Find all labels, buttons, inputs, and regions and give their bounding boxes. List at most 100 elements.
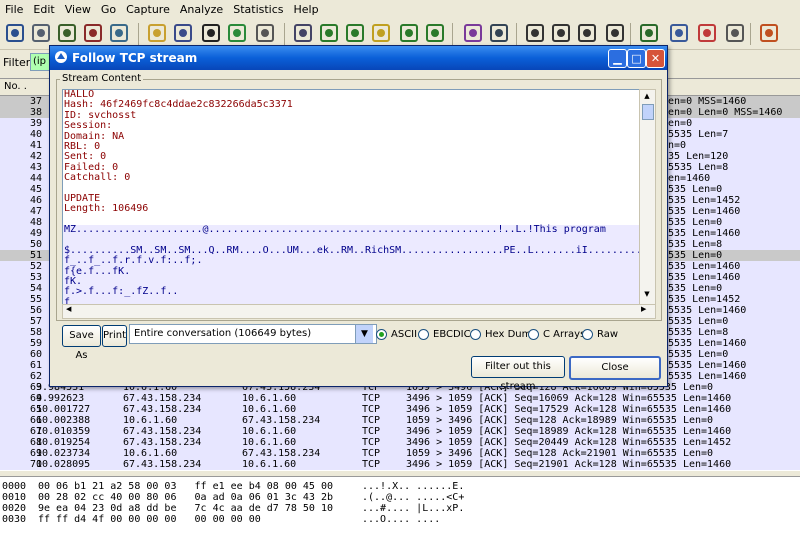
- radio-ascii[interactable]: ASCII: [376, 329, 417, 340]
- client-stream-line: Length: 106496: [64, 203, 149, 215]
- client-stream-line: RBL: 0: [64, 140, 101, 152]
- table-row[interactable]: 69 10.023734 10.6.1.60 67.43.158.234 TCP 1059…: [0, 448, 800, 459]
- colorize-icon[interactable]: [462, 22, 484, 44]
- scroll-right-icon[interactable]: ▶: [641, 305, 646, 313]
- table-row[interactable]: 67 10.010359 67.43.158.234 10.6.1.60 TCP 3496…: [0, 426, 800, 437]
- radio-dot[interactable]: [528, 329, 539, 340]
- reload-icon[interactable]: [226, 22, 248, 44]
- radio-dot[interactable]: [582, 329, 593, 340]
- restart-capture-icon[interactable]: [108, 22, 130, 44]
- zoom-in-icon[interactable]: [524, 22, 546, 44]
- maximize-button[interactable]: □: [627, 49, 646, 68]
- dialog-title-bar[interactable]: Follow TCP stream ▁ □ ✕: [50, 46, 667, 70]
- cell-info: 5535 Len=1460: [662, 206, 741, 217]
- cell-no: 42: [29, 151, 42, 162]
- table-row[interactable]: 70 10.028095 67.43.158.234 10.6.1.60 TCP 3496…: [0, 459, 800, 470]
- help-icon[interactable]: [758, 22, 780, 44]
- table-row[interactable]: 68 10.019254 67.43.158.234 10.6.1.60 TCP 3496…: [0, 437, 800, 448]
- radio-dot[interactable]: [418, 329, 429, 340]
- preferences-icon[interactable]: [724, 22, 746, 44]
- menu-analyze[interactable]: Analyze: [175, 3, 228, 16]
- conversation-select[interactable]: Entire conversation (106649 bytes): [129, 324, 377, 344]
- capture-filters-icon[interactable]: [638, 22, 660, 44]
- radio-dot[interactable]: [376, 329, 387, 340]
- client-stream-line: Session:: [64, 120, 113, 132]
- menu-edit[interactable]: Edit: [28, 3, 59, 16]
- bytes-ascii: ...O.... ....: [362, 514, 441, 525]
- menu-capture[interactable]: Capture: [121, 3, 175, 16]
- filter-out-stream-button[interactable]: Filter out this stream: [471, 356, 565, 392]
- bytes-hex: 9e ea 04 23 0d a8 dd be 7c 4c aa de d7 7…: [38, 503, 334, 514]
- stream-content-text[interactable]: HALLO Hash: 46f2469fc8c4ddae2c832266da5c3…: [62, 89, 640, 305]
- chevron-down-icon[interactable]: ▼: [355, 325, 373, 343]
- menu-file[interactable]: File: [0, 3, 28, 16]
- shark-fin-icon: [54, 50, 68, 64]
- cell-dst: 67.43.158.234: [242, 448, 321, 459]
- resize-columns-icon[interactable]: [604, 22, 626, 44]
- go-back-icon[interactable]: [318, 22, 340, 44]
- close-file-icon[interactable]: [200, 22, 222, 44]
- zoom-normal-icon[interactable]: [576, 22, 598, 44]
- display-filters-icon[interactable]: [668, 22, 690, 44]
- print-icon[interactable]: [254, 22, 276, 44]
- zoom-out-icon[interactable]: [550, 22, 572, 44]
- close-button[interactable]: Close: [569, 356, 661, 380]
- go-forward-icon[interactable]: [344, 22, 366, 44]
- scroll-down-icon[interactable]: ▼: [642, 290, 652, 299]
- save-as-button[interactable]: Save As: [62, 325, 101, 361]
- menu-go[interactable]: Go: [96, 3, 121, 16]
- cell-time: 10.001727: [36, 404, 91, 415]
- menu-view[interactable]: View: [60, 3, 96, 16]
- scroll-up-icon[interactable]: ▲: [642, 92, 652, 101]
- minimize-icon: ▁: [613, 52, 622, 65]
- cell-src: 10.6.1.60: [123, 415, 178, 426]
- client-stream-line: Failed: 0: [64, 161, 119, 173]
- find-packet-icon[interactable]: [292, 22, 314, 44]
- go-to-packet-icon[interactable]: [370, 22, 392, 44]
- cell-src: 67.43.158.234: [123, 404, 202, 415]
- close-window-button[interactable]: ✕: [646, 49, 665, 68]
- scroll-thumb[interactable]: [642, 104, 654, 120]
- cell-time: 10.019254: [36, 437, 91, 448]
- scroll-left-icon[interactable]: ◀: [66, 305, 71, 313]
- radio-dot[interactable]: [470, 329, 481, 340]
- cell-info: 65535 Len=1460: [662, 371, 747, 382]
- table-row[interactable]: 65 10.001727 67.43.158.234 10.6.1.60 TCP 3496…: [0, 404, 800, 415]
- save-file-icon[interactable]: [172, 22, 194, 44]
- radio-ebcdic[interactable]: EBCDIC: [418, 329, 471, 340]
- cell-src: 10.6.1.60: [123, 448, 178, 459]
- stream-vertical-scrollbar[interactable]: ▲ ▼: [639, 89, 656, 305]
- radio-c-arrays[interactable]: C Arrays: [528, 329, 585, 340]
- cell-no: 47: [29, 206, 42, 217]
- print-button[interactable]: Print: [102, 325, 127, 347]
- bytes-row: 0000 00 06 b1 21 a2 58 00 03 ff e1 ee b4 …: [0, 481, 800, 492]
- radio-label: Raw: [597, 329, 619, 340]
- coloring-rules-icon[interactable]: [696, 22, 718, 44]
- interface-list-icon[interactable]: [4, 22, 26, 44]
- table-row[interactable]: 66 10.002388 10.6.1.60 67.43.158.234 TCP 1059…: [0, 415, 800, 426]
- stream-horizontal-scrollbar[interactable]: ◀ ▶: [62, 304, 656, 319]
- column-header-no[interactable]: No. .: [4, 81, 27, 92]
- minimize-button[interactable]: ▁: [608, 49, 627, 68]
- cell-info: 65535 Len=1460: [662, 338, 747, 349]
- stop-capture-icon[interactable]: [82, 22, 104, 44]
- cell-info: 5535 Len=1460: [662, 228, 741, 239]
- capture-options-icon[interactable]: [30, 22, 52, 44]
- cell-no: 37: [29, 96, 42, 107]
- open-file-icon[interactable]: [146, 22, 168, 44]
- cell-info: 65535 Len=1460: [662, 305, 747, 316]
- cell-proto: TCP: [362, 459, 381, 470]
- start-capture-icon[interactable]: [56, 22, 78, 44]
- packet-bytes-pane[interactable]: 0000 00 06 b1 21 a2 58 00 03 ff e1 ee b4 …: [0, 476, 800, 541]
- auto-scroll-icon[interactable]: [488, 22, 510, 44]
- cell-info: 535 Len=120: [662, 151, 729, 162]
- menu-statistics[interactable]: Statistics: [228, 3, 288, 16]
- menu-help[interactable]: Help: [289, 3, 324, 16]
- bytes-ascii: .(..@... .....<C+: [362, 492, 465, 503]
- bytes-hex: 00 28 02 cc 40 00 80 06 0a ad 0a 06 01 3…: [38, 492, 334, 503]
- table-row[interactable]: 64 9.992623 67.43.158.234 10.6.1.60 TCP 3496 …: [0, 393, 800, 404]
- radio-raw[interactable]: Raw: [582, 329, 618, 340]
- go-last-icon[interactable]: [424, 22, 446, 44]
- go-first-icon[interactable]: [398, 22, 420, 44]
- cell-time: 10.023734: [36, 448, 91, 459]
